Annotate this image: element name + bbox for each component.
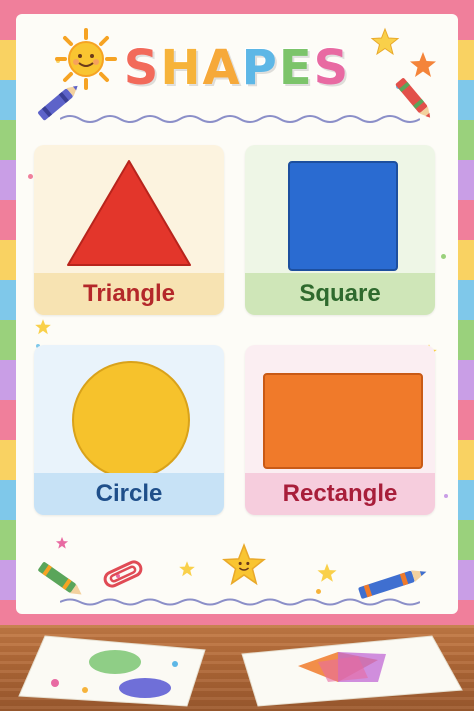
- card-rectangle: Rectangle: [245, 345, 435, 515]
- paperclip-icon: [103, 560, 143, 588]
- circle-shape: [72, 361, 190, 479]
- square-shape: [288, 161, 398, 271]
- card-label: Triangle: [34, 273, 224, 315]
- card-label: Rectangle: [245, 473, 435, 515]
- poster-title: SHAPES: [0, 39, 474, 97]
- title-letter: P: [241, 39, 279, 97]
- card-label: Circle: [34, 473, 224, 515]
- wavy-divider: [60, 598, 420, 606]
- star-icon: [222, 542, 266, 586]
- card-square: Square: [245, 145, 435, 315]
- shape-card-prop: [241, 635, 463, 707]
- shape-card-prop: [18, 635, 206, 707]
- title-letter: S: [123, 39, 161, 97]
- card-circle: Circle: [34, 345, 224, 515]
- rectangle-shape: [263, 373, 423, 469]
- star-icon: [179, 561, 195, 577]
- star-icon: [35, 319, 51, 335]
- star-icon: [317, 563, 337, 582]
- star-icon: [55, 536, 69, 549]
- triangle-shape: [67, 160, 191, 266]
- title-letter: A: [202, 39, 242, 97]
- title-letter: H: [159, 39, 203, 97]
- title-letter: E: [278, 39, 314, 97]
- card-label: Square: [245, 273, 435, 315]
- card-triangle: Triangle: [34, 145, 224, 315]
- title-letter: S: [313, 39, 351, 97]
- wavy-divider: [60, 115, 420, 123]
